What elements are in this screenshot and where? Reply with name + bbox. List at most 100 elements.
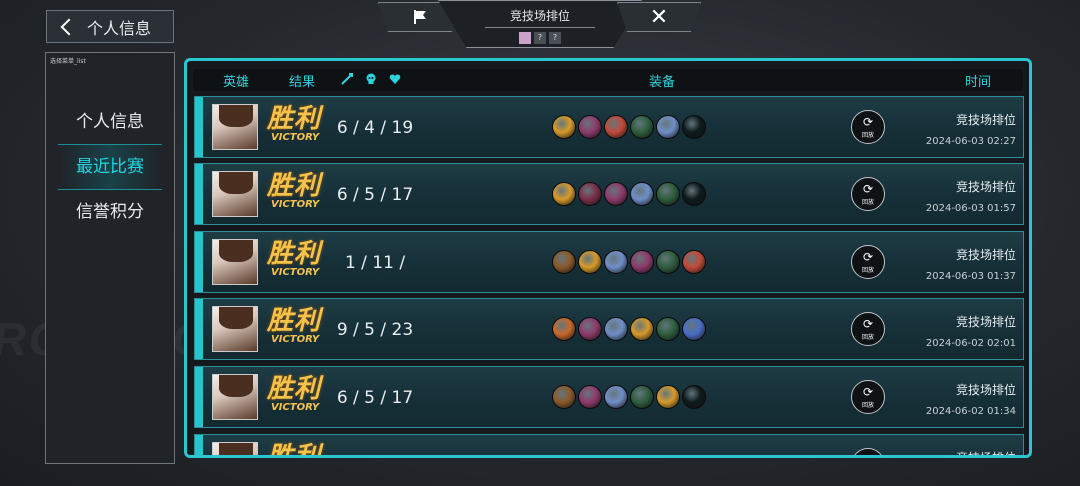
replay-icon: ⟳ bbox=[862, 385, 874, 399]
equipment-item-icon[interactable] bbox=[682, 182, 706, 206]
equipment-item-icon[interactable] bbox=[630, 385, 654, 409]
replay-icon: ⟳ bbox=[862, 250, 874, 264]
equipment-item-icon[interactable] bbox=[578, 250, 602, 274]
match-row[interactable]: 胜利 VICTORY 9 / 5 / 23 ⟳ 回放 竞技场排位 2024-06-02 02… bbox=[194, 298, 1024, 360]
result-text-en: VICTORY bbox=[271, 402, 320, 413]
hero-avatar[interactable] bbox=[212, 239, 258, 285]
sidebar-caption: 选择菜单_list bbox=[50, 58, 86, 65]
table-header: 英雄 结果 装备 时间 bbox=[193, 69, 1023, 91]
replay-button[interactable]: ⟳ 回放 bbox=[851, 110, 885, 144]
match-datetime: 2024-06-02 01:34 bbox=[925, 406, 1016, 417]
replay-label: 回放 bbox=[861, 267, 874, 274]
header-time: 时间 bbox=[965, 74, 992, 90]
sidebar-item-profile[interactable]: 个人信息 bbox=[58, 100, 162, 144]
equipment-item-icon[interactable] bbox=[552, 250, 576, 274]
back-button[interactable]: 个人信息 bbox=[46, 10, 174, 43]
equipment-item-icon[interactable] bbox=[578, 317, 602, 341]
equipment-item-icon[interactable] bbox=[682, 385, 706, 409]
match-row[interactable]: 胜利VICTORY 竞技场排位 bbox=[194, 434, 1024, 455]
kda-value: 9 / 5 / 23 bbox=[336, 320, 414, 340]
equipment-item-icon[interactable] bbox=[630, 115, 654, 139]
equipment-item-icon[interactable] bbox=[552, 115, 576, 139]
match-mode: 竞技场排位 bbox=[955, 113, 1016, 127]
result-text: 胜利 bbox=[267, 374, 322, 404]
equipment-item-icon[interactable] bbox=[630, 250, 654, 274]
match-datetime: 2024-06-03 01:57 bbox=[925, 203, 1016, 214]
result-text: 胜利 bbox=[267, 171, 322, 201]
equipment-item-icon[interactable] bbox=[578, 115, 602, 139]
equipment-item-icon[interactable] bbox=[656, 385, 680, 409]
chevron-left-icon bbox=[60, 18, 78, 35]
equipment-item-icon[interactable] bbox=[604, 317, 628, 341]
equipment-item-icon[interactable] bbox=[578, 385, 602, 409]
equipment-item-icon[interactable] bbox=[682, 250, 706, 274]
unknown-icon: ? bbox=[534, 32, 546, 44]
kda-value: 6 / 5 / 17 bbox=[336, 388, 414, 408]
kda-value bbox=[335, 435, 415, 455]
replay-label: 回放 bbox=[861, 402, 874, 409]
equipment-item-icon[interactable] bbox=[578, 182, 602, 206]
hero-avatar[interactable] bbox=[212, 104, 258, 150]
result-text-en: VICTORY bbox=[271, 199, 320, 210]
equipment-item-icon[interactable] bbox=[552, 182, 576, 206]
equipment-item-icon[interactable] bbox=[630, 182, 654, 206]
equipment-item-icon[interactable] bbox=[656, 317, 680, 341]
equipment-item-icon[interactable] bbox=[656, 250, 680, 274]
equipment-item-icon[interactable] bbox=[604, 250, 628, 274]
result-text-en: VICTORY bbox=[271, 132, 320, 143]
result-text-en: VICTORY bbox=[271, 267, 320, 278]
skull-icon bbox=[365, 73, 377, 89]
replay-icon: ⟳ bbox=[862, 317, 874, 331]
kda-value: 6 / 5 / 17 bbox=[336, 185, 414, 205]
equipment-list bbox=[552, 250, 706, 274]
header-hero: 英雄 bbox=[223, 74, 250, 90]
replay-button[interactable]: ⟳ 回放 bbox=[851, 380, 885, 414]
equipment-list bbox=[552, 115, 706, 139]
kda-value: 6 / 4 / 19 bbox=[336, 118, 414, 138]
assist-heart-icon bbox=[389, 73, 401, 89]
equipment-list bbox=[552, 317, 706, 341]
divider bbox=[485, 27, 595, 28]
unknown-icon: ? bbox=[549, 32, 561, 44]
replay-button[interactable] bbox=[851, 448, 885, 455]
mode-title: 竞技场排位 bbox=[509, 9, 570, 23]
replay-button[interactable]: ⟳ 回放 bbox=[851, 245, 885, 279]
match-time: 竞技场排位 2024-06-02 01:34 bbox=[926, 381, 1016, 417]
match-row[interactable]: 胜利 VICTORY 6 / 5 / 17 ⟳ 回放 竞技场排位 2024-06-02 01… bbox=[194, 366, 1024, 428]
equipment-item-icon[interactable] bbox=[656, 115, 680, 139]
result-text-en: VICTORY bbox=[271, 334, 320, 345]
equipment-item-icon[interactable] bbox=[656, 182, 680, 206]
hero-avatar[interactable] bbox=[212, 171, 258, 217]
match-result: 胜利VICTORY bbox=[267, 375, 321, 413]
match-row[interactable]: 胜利 VICTORY 6 / 5 / 17 ⟳ 回放 竞技场排位 2024-06-03 01… bbox=[194, 163, 1024, 225]
equipment-item-icon[interactable] bbox=[682, 115, 706, 139]
match-time: 竞技场排位 2024-06-02 02:01 bbox=[926, 313, 1016, 349]
equipment-item-icon[interactable] bbox=[682, 317, 706, 341]
hero-avatar[interactable] bbox=[212, 306, 258, 352]
equipment-item-icon[interactable] bbox=[630, 317, 654, 341]
equipment-item-icon[interactable] bbox=[552, 317, 576, 341]
match-row[interactable]: 胜利 VICTORY 6 / 4 / 19 ⟳ 回放 竞技场排位 2024-06-03 02… bbox=[194, 96, 1024, 158]
match-result: 胜利VICTORY bbox=[267, 105, 321, 143]
equipment-list bbox=[552, 385, 706, 409]
replay-label: 回放 bbox=[861, 132, 874, 139]
match-row[interactable]: 胜利VICTORY1 / 11 / 20⟳回放竞技场排位2024-06-03 0… bbox=[194, 231, 1024, 335]
match-history-panel: 英雄 结果 装备 时间 胜利 VICTORY 6 / 4 / 19 ⟳ 回放 竞技场排位 2… bbox=[184, 58, 1032, 458]
match-time: 竞技场排位 bbox=[956, 449, 1016, 455]
sword-icon bbox=[341, 73, 353, 89]
replay-button[interactable]: ⟳ 回放 bbox=[851, 177, 885, 211]
equipment-item-icon[interactable] bbox=[552, 385, 576, 409]
replay-button[interactable]: ⟳ 回放 bbox=[851, 312, 885, 346]
hero-avatar[interactable] bbox=[212, 374, 258, 420]
match-result: 胜利VICTORY bbox=[267, 240, 321, 278]
equipment-item-icon[interactable] bbox=[604, 385, 628, 409]
equipment-item-icon[interactable] bbox=[604, 115, 628, 139]
mode-icon bbox=[519, 32, 531, 44]
sidebar-item-recent-matches[interactable]: 最近比赛 bbox=[58, 144, 162, 190]
result-text: 胜利 bbox=[267, 239, 322, 269]
close-icon: ✕ bbox=[649, 4, 669, 30]
sidebar-item-credit-score[interactable]: 信誉积分 bbox=[58, 190, 162, 234]
equipment-item-icon[interactable] bbox=[604, 182, 628, 206]
hero-avatar[interactable] bbox=[212, 442, 258, 455]
close-button[interactable]: ✕ bbox=[617, 2, 701, 32]
